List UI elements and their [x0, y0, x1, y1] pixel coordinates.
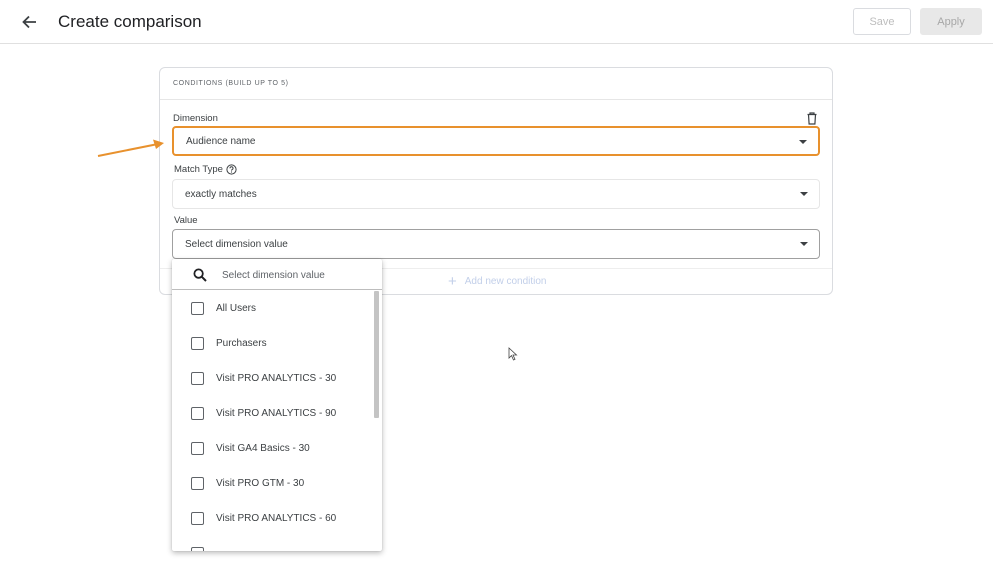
list-item[interactable]: Visit PRO ANALYTICS - 90 — [172, 396, 372, 431]
checkbox[interactable] — [191, 337, 204, 350]
dropdown-list: All Users Purchasers Visit PRO ANALYTICS… — [172, 291, 372, 551]
dimension-select-value: Audience name — [186, 135, 256, 147]
mouse-cursor-icon — [508, 347, 518, 361]
value-label: Value — [174, 215, 198, 226]
dimension-label: Dimension — [173, 113, 218, 124]
checkbox[interactable] — [191, 372, 204, 385]
list-item-label: Purchasers — [216, 338, 267, 349]
checkbox[interactable] — [191, 302, 204, 315]
annotation-arrow-icon — [97, 139, 164, 157]
checkbox[interactable] — [191, 477, 204, 490]
list-item-label: Visit PRO ANALYTICS - 60 — [216, 513, 337, 524]
conditions-section-title: CONDITIONS (BUILD UP TO 5) — [173, 80, 289, 87]
list-item[interactable]: Purchasers — [172, 326, 372, 361]
apply-button[interactable]: Apply — [920, 8, 982, 35]
match-type-label-text: Match Type — [174, 164, 223, 175]
list-item-label: All Users — [216, 303, 257, 314]
value-select[interactable]: Select dimension value — [172, 229, 820, 259]
back-arrow-icon[interactable] — [18, 11, 40, 33]
trash-icon[interactable] — [806, 112, 818, 125]
search-icon — [193, 268, 207, 282]
help-icon[interactable] — [226, 164, 237, 175]
match-type-label: Match Type — [174, 164, 237, 175]
list-item-partial[interactable] — [172, 536, 372, 551]
checkbox[interactable] — [191, 512, 204, 525]
add-condition-button[interactable]: + Add new condition — [448, 272, 547, 290]
list-item-label: Visit PRO ANALYTICS - 30 — [216, 373, 337, 384]
save-button[interactable]: Save — [853, 8, 911, 35]
dimension-value-dropdown: All Users Purchasers Visit PRO ANALYTICS… — [172, 259, 382, 551]
list-item-label: Visit PRO ANALYTICS - 90 — [216, 408, 337, 419]
page-title: Create comparison — [58, 12, 202, 31]
list-item[interactable]: Visit PRO ANALYTICS - 60 — [172, 501, 372, 536]
checkbox[interactable] — [191, 407, 204, 420]
chevron-down-icon — [799, 140, 807, 144]
dimension-select[interactable]: Audience name — [172, 126, 820, 156]
list-item[interactable]: Visit PRO GTM - 30 — [172, 466, 372, 501]
list-item[interactable]: Visit GA4 Basics - 30 — [172, 431, 372, 466]
list-item[interactable]: Visit PRO ANALYTICS - 30 — [172, 361, 372, 396]
list-item-label: Visit PRO GTM - 30 — [216, 478, 305, 489]
chevron-down-icon — [800, 192, 808, 196]
value-select-placeholder: Select dimension value — [185, 238, 288, 250]
dropdown-scrollbar[interactable] — [374, 291, 379, 418]
match-type-select-value: exactly matches — [185, 188, 257, 200]
chevron-down-icon — [800, 242, 808, 246]
list-item-label: Visit GA4 Basics - 30 — [216, 443, 310, 454]
dropdown-search — [172, 259, 382, 290]
plus-icon: + — [448, 272, 457, 290]
checkbox[interactable] — [191, 442, 204, 455]
top-bar: Create comparison Save Apply — [0, 0, 993, 44]
conditions-header: CONDITIONS (BUILD UP TO 5) — [160, 68, 832, 100]
dropdown-search-input[interactable] — [222, 265, 372, 285]
checkbox[interactable] — [191, 547, 204, 551]
list-item[interactable]: All Users — [172, 291, 372, 326]
match-type-select[interactable]: exactly matches — [172, 179, 820, 209]
add-condition-label: Add new condition — [464, 276, 547, 287]
